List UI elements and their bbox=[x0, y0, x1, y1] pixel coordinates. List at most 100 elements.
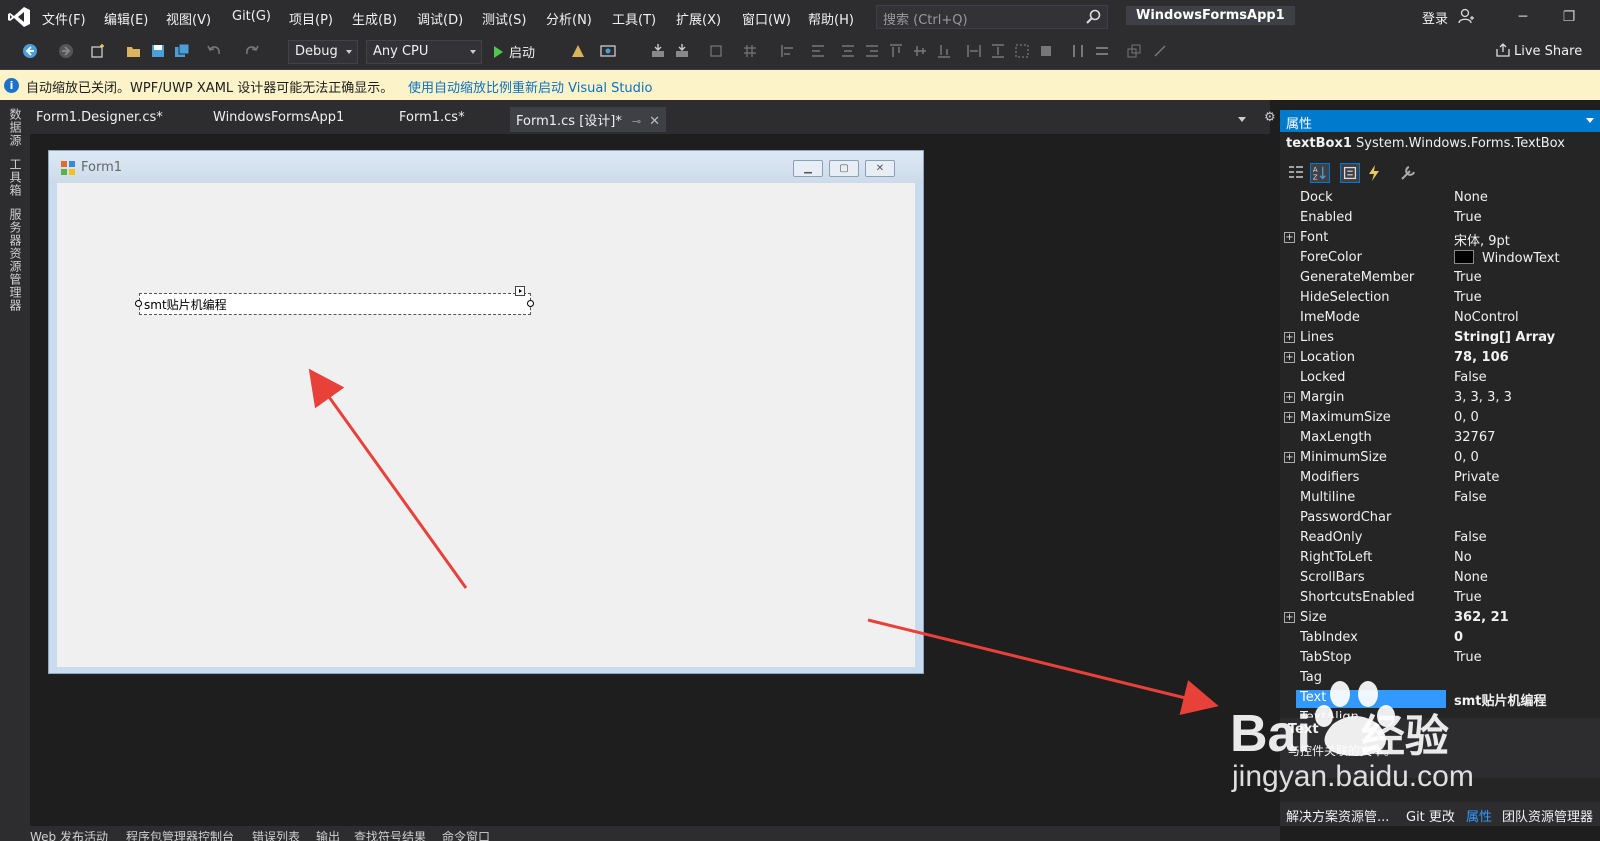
same-height-icon[interactable] bbox=[990, 43, 1006, 59]
property-value[interactable]: False bbox=[1454, 490, 1600, 505]
tab-error-list[interactable]: 错误列表 bbox=[252, 828, 300, 841]
undo-icon[interactable] bbox=[206, 43, 222, 59]
search-input[interactable]: 搜索 (Ctrl+Q) bbox=[876, 5, 1108, 29]
align-left-icon[interactable] bbox=[810, 43, 826, 59]
align-to-grid-icon[interactable] bbox=[650, 43, 666, 59]
property-row[interactable]: + Font 宋体, 9pt bbox=[1280, 228, 1600, 249]
expand-icon[interactable]: + bbox=[1284, 412, 1295, 423]
expand-icon[interactable]: + bbox=[1284, 332, 1295, 343]
form1-window[interactable]: Form1 ▁ ▢ ✕ smt贴片机编程 bbox=[48, 150, 924, 674]
visual-studio-logo-icon[interactable] bbox=[6, 5, 32, 29]
property-value[interactable]: True bbox=[1454, 590, 1600, 605]
property-value[interactable]: True bbox=[1454, 210, 1600, 225]
sign-in-link[interactable]: 登录 bbox=[1422, 8, 1448, 27]
same-size-icon[interactable] bbox=[1014, 43, 1030, 59]
menu-view[interactable]: 视图(V) bbox=[166, 9, 211, 28]
menu-file[interactable]: 文件(F) bbox=[42, 9, 86, 28]
sidebar-tab-toolbox[interactable]: 工具箱 bbox=[7, 158, 24, 197]
property-value[interactable]: 宋体, 9pt bbox=[1454, 230, 1600, 249]
form-minimize-button[interactable]: ▁ bbox=[793, 160, 823, 177]
property-row[interactable]: + Margin 3, 3, 3, 3 bbox=[1280, 388, 1600, 408]
sidebar-tab-server-explorer[interactable]: 服务器资源管理器 bbox=[7, 208, 24, 312]
tab-web-publish[interactable]: Web 发布活动 bbox=[30, 828, 108, 841]
property-value[interactable]: None bbox=[1454, 570, 1600, 585]
property-row[interactable]: GenerateMember True bbox=[1280, 268, 1600, 288]
textbox1[interactable]: smt贴片机编程 bbox=[139, 293, 531, 315]
expand-icon[interactable]: + bbox=[1284, 452, 1295, 463]
redo-icon[interactable] bbox=[244, 43, 260, 59]
resize-handle-left[interactable] bbox=[135, 300, 142, 307]
menu-debug[interactable]: 调试(D) bbox=[417, 9, 463, 28]
property-value[interactable]: 32767 bbox=[1454, 430, 1600, 445]
property-value[interactable]: True bbox=[1454, 270, 1600, 285]
chevron-down-icon[interactable] bbox=[1586, 118, 1594, 123]
menu-tools[interactable]: 工具(T) bbox=[612, 9, 656, 28]
expand-icon[interactable]: + bbox=[1284, 612, 1295, 623]
events-icon[interactable] bbox=[1364, 163, 1384, 183]
selected-object-select[interactable]: textBox1 System.Windows.Forms.TextBox bbox=[1286, 136, 1565, 151]
property-value[interactable]: False bbox=[1454, 370, 1600, 385]
property-value[interactable]: 0, 0 bbox=[1454, 450, 1600, 465]
open-file-icon[interactable] bbox=[126, 43, 142, 59]
property-row[interactable]: Modifiers Private bbox=[1280, 468, 1600, 488]
property-value[interactable]: 362, 21 bbox=[1454, 610, 1600, 625]
platform-select[interactable]: Any CPU bbox=[366, 40, 482, 64]
tab-form1-designer-cs[interactable]: Form1.Designer.cs* bbox=[36, 110, 163, 125]
navigate-forward-icon[interactable] bbox=[58, 43, 74, 59]
tab-command-window[interactable]: 命令窗口 bbox=[442, 828, 490, 841]
property-row[interactable]: ShortcutsEnabled True bbox=[1280, 588, 1600, 608]
tab-form1-design[interactable]: Form1.cs [设计]* ⊸ ✕ bbox=[510, 107, 666, 132]
property-value[interactable]: WindowText bbox=[1454, 250, 1600, 266]
property-row[interactable]: + Size 362, 21 bbox=[1280, 608, 1600, 628]
property-value[interactable]: No bbox=[1454, 550, 1600, 565]
property-row[interactable]: Enabled True bbox=[1280, 208, 1600, 228]
property-row[interactable]: MaxLength 32767 bbox=[1280, 428, 1600, 448]
property-row[interactable]: PasswordChar bbox=[1280, 508, 1600, 528]
align-bottom-icon[interactable] bbox=[674, 43, 690, 59]
property-value[interactable]: 0 bbox=[1454, 630, 1600, 645]
property-row[interactable]: TabIndex 0 bbox=[1280, 628, 1600, 648]
property-row[interactable]: ScrollBars None bbox=[1280, 568, 1600, 588]
categorized-icon[interactable] bbox=[1286, 163, 1306, 183]
start-debug-button[interactable]: 启动 bbox=[494, 42, 535, 61]
restore-button[interactable]: ❐ bbox=[1554, 6, 1584, 28]
property-row[interactable]: + MinimumSize 0, 0 bbox=[1280, 448, 1600, 468]
menu-extensions[interactable]: 扩展(X) bbox=[676, 9, 721, 28]
property-value[interactable]: String[] Array bbox=[1454, 330, 1600, 345]
property-pages-icon[interactable] bbox=[1398, 163, 1418, 183]
user-icon[interactable] bbox=[1458, 8, 1474, 24]
expand-icon[interactable]: + bbox=[1284, 352, 1295, 363]
save-icon[interactable] bbox=[150, 43, 166, 59]
property-row[interactable]: + MaximumSize 0, 0 bbox=[1280, 408, 1600, 428]
property-value[interactable]: 3, 3, 3, 3 bbox=[1454, 390, 1600, 405]
property-row[interactable]: RightToLeft No bbox=[1280, 548, 1600, 568]
property-row[interactable]: ForeColor WindowText bbox=[1280, 248, 1600, 268]
form-maximize-button[interactable]: ▢ bbox=[829, 160, 859, 177]
size-to-grid-icon[interactable] bbox=[1038, 43, 1054, 59]
property-row[interactable]: Dock None bbox=[1280, 188, 1600, 208]
property-row[interactable]: ReadOnly False bbox=[1280, 528, 1600, 548]
properties-view-icon[interactable] bbox=[1340, 163, 1360, 183]
alphabetical-icon[interactable]: AZ bbox=[1310, 163, 1330, 183]
menu-build[interactable]: 生成(B) bbox=[352, 9, 397, 28]
grid-icon[interactable] bbox=[742, 43, 758, 59]
horizontal-spacing-icon[interactable] bbox=[1070, 43, 1086, 59]
menu-edit[interactable]: 编辑(E) bbox=[104, 9, 148, 28]
property-row[interactable]: Locked False bbox=[1280, 368, 1600, 388]
property-value[interactable]: True bbox=[1454, 650, 1600, 665]
property-row[interactable]: Multiline False bbox=[1280, 488, 1600, 508]
pin-icon[interactable]: ⊸ bbox=[632, 115, 641, 128]
menu-test[interactable]: 测试(S) bbox=[482, 9, 526, 28]
smart-tag-icon[interactable] bbox=[515, 286, 525, 296]
form-close-button[interactable]: ✕ bbox=[865, 160, 895, 177]
menu-git[interactable]: Git(G) bbox=[232, 9, 271, 24]
new-project-icon[interactable] bbox=[90, 43, 106, 59]
live-share-button[interactable]: Live Share bbox=[1496, 43, 1582, 59]
property-row[interactable]: HideSelection True bbox=[1280, 288, 1600, 308]
property-value[interactable]: None bbox=[1454, 190, 1600, 205]
navigate-back-icon[interactable] bbox=[22, 43, 38, 59]
align-bottoms-icon[interactable] bbox=[936, 43, 952, 59]
tab-order-icon[interactable] bbox=[1126, 43, 1142, 59]
resize-handle-right[interactable] bbox=[527, 300, 534, 307]
tab-form1-cs[interactable]: Form1.cs* bbox=[399, 110, 465, 125]
